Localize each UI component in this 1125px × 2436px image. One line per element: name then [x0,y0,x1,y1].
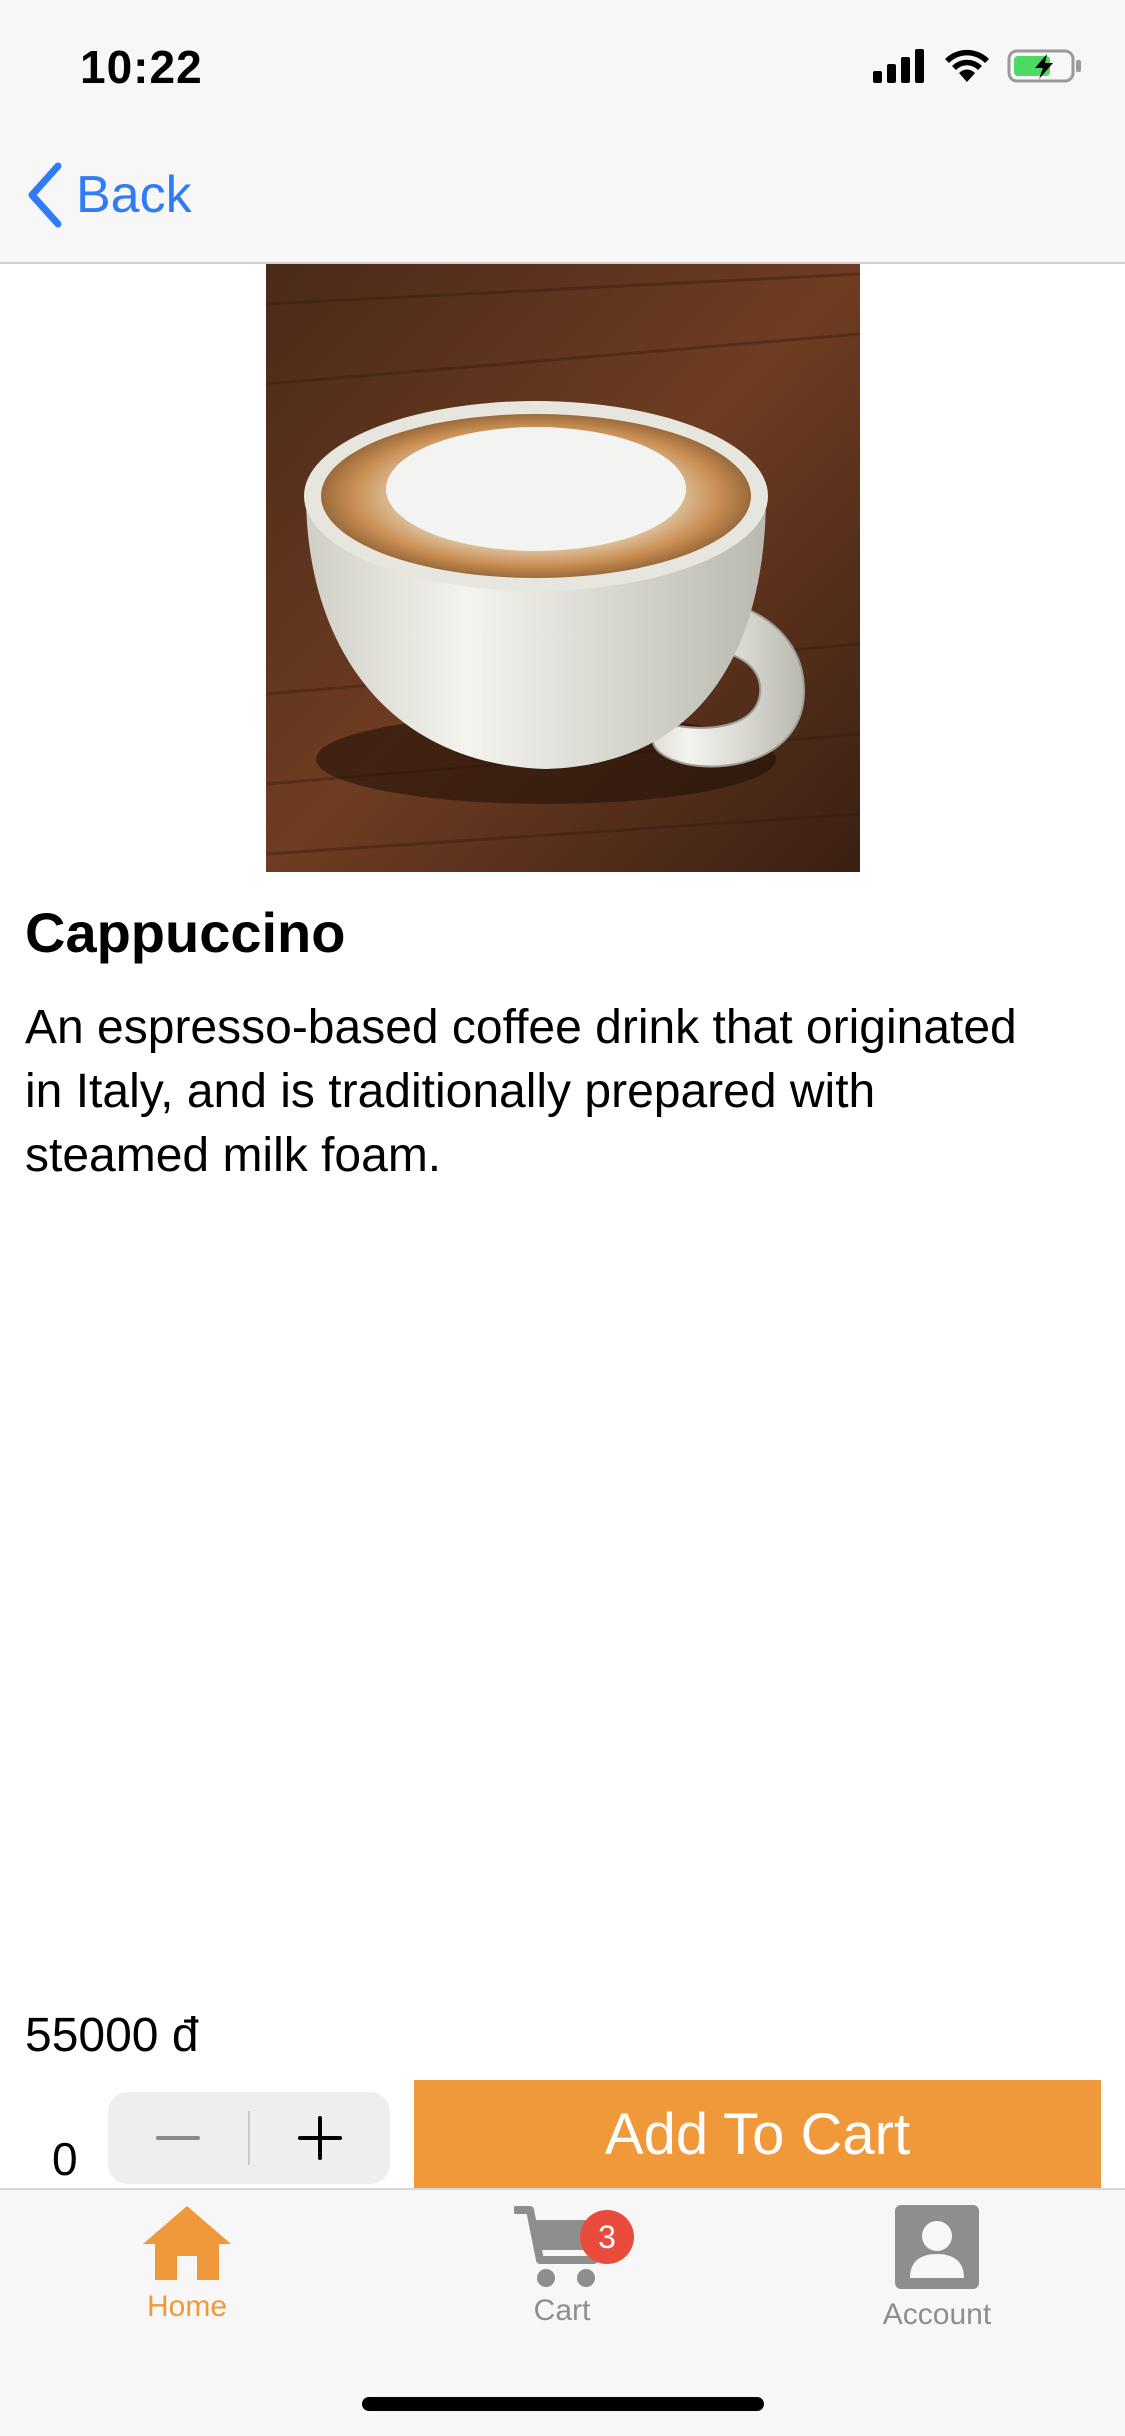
battery-charging-icon [1007,49,1081,83]
product-image [266,264,860,872]
tab-bar: Home 3 Cart Account [0,2188,1125,2436]
account-icon [895,2205,979,2289]
tab-account-label: Account [882,2298,992,2331]
plus-icon [298,2116,342,2160]
status-bar: 10:22 [0,0,1125,132]
cellular-signal-icon [873,49,924,83]
increment-button[interactable] [250,2092,390,2184]
wifi-icon [945,49,989,82]
navigation-bar: Back [0,132,1125,264]
status-time: 10:22 [80,41,203,93]
status-icons [873,48,1083,84]
cart-badge: 3 [580,2210,634,2264]
minus-icon [156,2136,200,2140]
tab-cart[interactable]: 3 Cart [442,2204,682,2328]
tab-home[interactable]: Home [67,2204,307,2324]
product-price: 55000 đ [25,2009,199,2062]
decrement-button[interactable] [108,2092,248,2184]
tab-home-label: Home [146,2290,228,2323]
quantity-stepper [108,2092,390,2184]
tab-cart-label: Cart [533,2294,591,2327]
back-button[interactable]: Back [26,162,192,228]
home-indicator [362,2397,764,2411]
home-icon [143,2206,231,2280]
chevron-left-icon [28,162,62,228]
back-label: Back [76,166,192,224]
add-to-cart-button[interactable]: Add To Cart [414,2080,1101,2188]
quantity-value: 0 [52,2133,78,2185]
tab-account[interactable]: Account [817,2204,1057,2332]
product-description: An espresso-based coffee drink that orig… [25,1001,1017,1182]
product-name: Cappuccino [25,901,346,964]
